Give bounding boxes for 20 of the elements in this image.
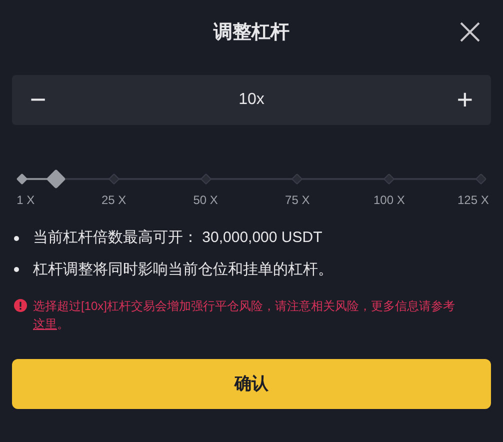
confirm-button[interactable]: 确认 (12, 359, 491, 409)
tick-label: 1 X (16, 192, 35, 209)
here-link[interactable]: 这里 (33, 317, 57, 331)
increase-button[interactable]: + (452, 86, 477, 114)
tick-label: 50 X (193, 192, 218, 209)
bullet-icon (14, 267, 19, 272)
close-icon[interactable] (459, 21, 481, 43)
tick-label: 25 X (101, 192, 126, 209)
info-text: 杠杆调整将同时影响当前仓位和挂单的杠杆。 (33, 260, 333, 280)
dialog-title: 调整杠杆 (214, 20, 290, 45)
warning-icon (14, 299, 27, 312)
leverage-value: 10x (238, 90, 264, 110)
bullet-icon (14, 236, 19, 241)
decrease-button[interactable]: − (26, 86, 50, 114)
tick-label: 75 X (285, 192, 310, 209)
tick-label: 125 X (457, 192, 489, 209)
tick-label: 100 X (374, 192, 405, 209)
info-text: 当前杠杆倍数最高可开： 30,000,000 USDT (33, 228, 322, 248)
warning-text: 选择超过[10x]杠杆交易会增加强行平仓风险，请注意相关风险，更多信息请参考 这里。 (33, 298, 456, 333)
slider-tick (16, 173, 28, 185)
